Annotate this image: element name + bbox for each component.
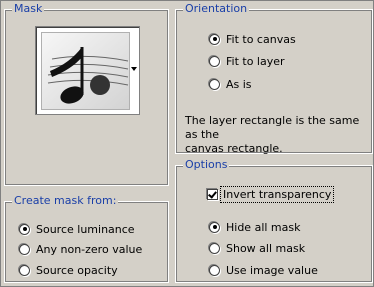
orientation-description-line2: canvas rectangle.	[185, 142, 283, 155]
orientation-group-label: Orientation	[183, 2, 250, 16]
radio-label: Source luminance	[36, 222, 135, 236]
radio-button-icon[interactable]	[209, 55, 220, 67]
radio-button-icon[interactable]	[209, 242, 220, 254]
radio-hide-all-mask[interactable]: Hide all mask	[209, 219, 300, 235]
radio-fit-to-canvas[interactable]: Fit to canvas	[209, 31, 296, 47]
options-group: Options Invert transparency Hide all mas…	[175, 158, 373, 283]
checkbox-icon[interactable]	[207, 188, 218, 200]
orientation-description-line1: The layer rectangle is the same as the	[185, 114, 360, 141]
radio-fit-to-layer[interactable]: Fit to layer	[209, 53, 285, 69]
radio-button-icon[interactable]	[19, 223, 30, 235]
orientation-group: Orientation Fit to canvas Fit to layer A…	[175, 2, 373, 156]
radio-source-luminance[interactable]: Source luminance	[19, 221, 135, 237]
mask-dialog: Mask Create mask from: Source luminance …	[0, 0, 374, 287]
radio-use-image-value[interactable]: Use image value	[209, 262, 318, 278]
mask-preview-dropdown[interactable]	[35, 26, 140, 115]
radio-source-opacity[interactable]: Source opacity	[19, 262, 118, 278]
orientation-description: The layer rectangle is the same as the c…	[185, 114, 372, 156]
invert-transparency-checkbox[interactable]: Invert transparency	[207, 185, 335, 203]
radio-label: As is	[226, 77, 252, 91]
chevron-down-icon[interactable]	[131, 67, 137, 71]
radio-show-all-mask[interactable]: Show all mask	[209, 240, 305, 256]
radio-label: Source opacity	[36, 263, 118, 277]
music-note-thumbnail-icon	[41, 32, 130, 110]
radio-button-icon[interactable]	[209, 78, 220, 90]
radio-label: Fit to canvas	[226, 32, 296, 46]
radio-button-icon[interactable]	[19, 243, 30, 255]
radio-label: Hide all mask	[226, 220, 301, 234]
radio-label: Any non-zero value	[36, 242, 143, 256]
options-group-label: Options	[183, 158, 230, 172]
radio-button-icon[interactable]	[19, 264, 30, 276]
create-mask-group: Create mask from: Source luminance Any n…	[4, 194, 169, 283]
checkbox-label: Invert transparency	[219, 185, 335, 203]
create-mask-group-label: Create mask from:	[12, 194, 119, 208]
mask-group-label: Mask	[12, 2, 45, 16]
radio-button-icon[interactable]	[209, 264, 220, 276]
radio-as-is[interactable]: As is	[209, 76, 252, 92]
radio-button-icon[interactable]	[209, 221, 220, 233]
radio-label: Fit to layer	[226, 54, 285, 68]
radio-label: Show all mask	[226, 241, 306, 255]
radio-any-non-zero-value[interactable]: Any non-zero value	[19, 241, 142, 257]
radio-label: Use image value	[226, 263, 318, 277]
mask-group: Mask	[4, 2, 169, 186]
radio-button-icon[interactable]	[209, 33, 220, 45]
